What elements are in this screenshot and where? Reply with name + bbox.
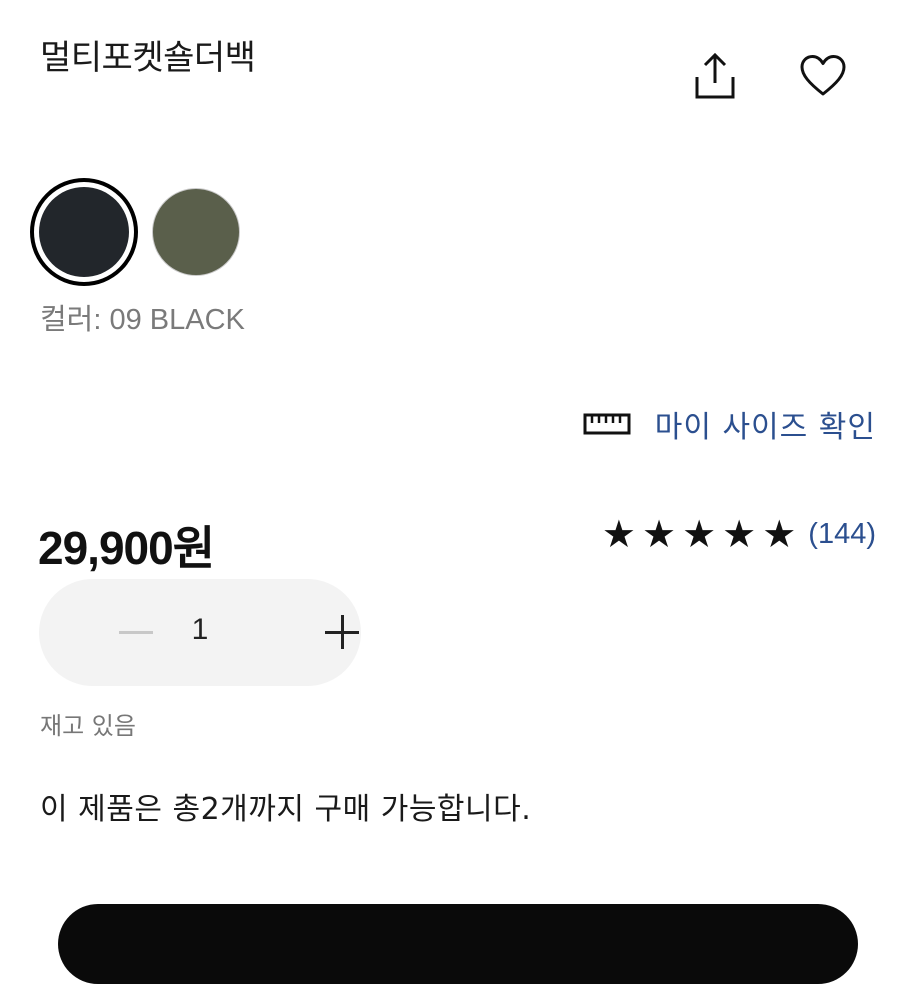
share-button[interactable] [687,48,743,104]
rating-stars: ★ ★ ★ ★ ★ [602,515,802,553]
product-title: 멀티포켓숄더백 [40,38,256,78]
color-label-value: 09 BLACK [109,304,245,336]
my-size-check-label: 마이 사이즈 확인 [654,410,876,445]
purchase-limit-notice: 이 제품은 총2개까지 구매 가능합니다. [40,792,532,827]
selected-color-label: 컬러: 09 BLACK [40,296,245,338]
quantity-value: 1 [191,613,209,646]
rating[interactable]: ★ ★ ★ ★ ★ (144) [602,515,876,553]
swatch-fill-black [39,187,129,277]
ruler-icon [583,412,631,436]
color-label-prefix: 컬러: [40,304,102,336]
star-icon: ★ [762,512,797,556]
product-price: 29,900원 [38,522,215,574]
share-icon [695,52,735,99]
my-size-check-link[interactable]: 마이 사이즈 확인 [583,402,876,446]
favorite-button[interactable] [795,48,851,104]
quantity-stepper: 1 [39,579,361,686]
star-icon: ★ [682,512,717,556]
stock-status: 재고 있음 [40,712,136,740]
star-icon: ★ [722,512,757,556]
color-swatch-olive[interactable] [152,188,240,276]
color-swatches [30,178,240,286]
review-count-link[interactable]: (144) [808,518,876,551]
star-icon: ★ [601,512,636,556]
heart-icon [800,55,846,96]
color-swatch-black[interactable] [30,178,138,286]
plus-icon[interactable] [325,615,359,649]
add-to-cart-button[interactable] [58,904,858,984]
star-icon: ★ [641,512,677,556]
